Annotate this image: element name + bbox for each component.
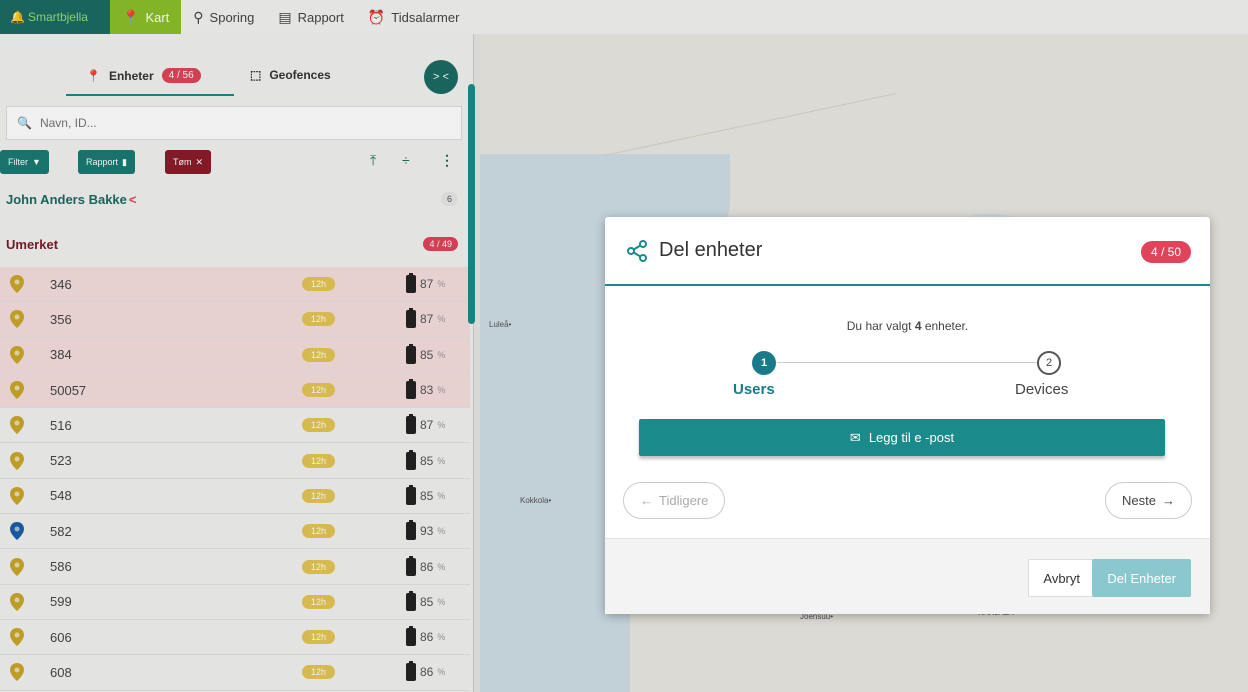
dialog-title: Del enheter	[659, 239, 763, 261]
envelope-icon: ✉	[849, 429, 861, 445]
add-email-label: Legg til e -post	[868, 430, 955, 445]
info-count: 4	[914, 319, 922, 333]
previous-button[interactable]: ← Tidligere	[623, 482, 726, 519]
share-units-dialog: Del enheter 4 / 50 Du har valgt 4 enhete…	[605, 217, 1210, 614]
arrow-right-icon: →	[1162, 493, 1175, 508]
previous-label: Tidligere	[659, 493, 709, 508]
arrow-left-icon: ←	[640, 493, 653, 508]
cancel-button[interactable]: Avbryt	[1028, 559, 1095, 597]
step-2-indicator[interactable]: 2	[1037, 351, 1061, 375]
selected-count-badge: 4 / 50	[1140, 241, 1191, 263]
step-1-label: Users	[733, 381, 775, 398]
stepper-line	[777, 362, 1043, 363]
info-prefix: Du har valgt	[846, 319, 915, 333]
step-1-indicator[interactable]: 1	[752, 351, 776, 375]
step-2-label: Devices	[1015, 381, 1069, 398]
add-email-button[interactable]: ✉ Legg til e -post	[639, 419, 1165, 456]
share-icon	[627, 239, 647, 262]
selection-info: Du har valgt 4 enheter.	[605, 319, 1210, 333]
share-units-button[interactable]: Del Enheter	[1092, 559, 1191, 597]
next-label: Neste	[1122, 493, 1156, 508]
info-suffix: enheter.	[921, 319, 969, 333]
dialog-header: Del enheter 4 / 50	[605, 217, 1210, 286]
next-button[interactable]: Neste →	[1105, 482, 1192, 519]
dialog-footer: Avbryt Del Enheter	[605, 538, 1210, 614]
